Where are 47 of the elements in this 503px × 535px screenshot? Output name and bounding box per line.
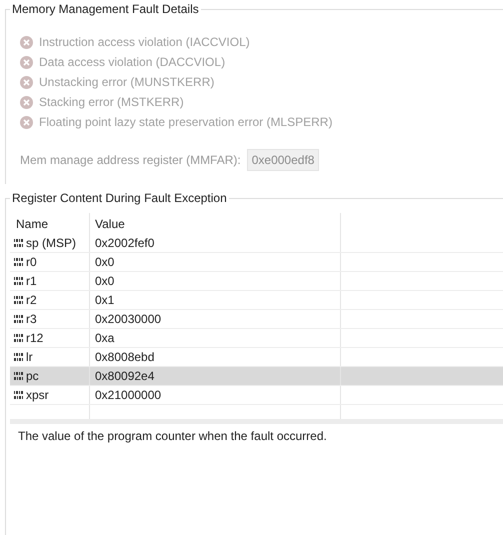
register-name: sp (MSP) <box>26 235 76 252</box>
register-name: lr <box>26 349 33 366</box>
register-value: 0x1 <box>95 292 114 309</box>
group-title: Memory Management Fault Details <box>10 2 201 17</box>
register-name: pc <box>26 368 39 385</box>
binary-icon <box>14 372 25 380</box>
register-name: r3 <box>26 311 37 328</box>
register-name: r12 <box>26 330 44 347</box>
register-value: 0xa <box>95 330 114 347</box>
fault-label: Stacking error (MSTKERR) <box>39 94 184 111</box>
fault-label: Data access violation (DACCVIOL) <box>39 54 226 71</box>
column-header[interactable]: Value <box>90 213 341 234</box>
binary-icon <box>14 239 25 247</box>
register-row[interactable]: r3 0x20030000 <box>10 310 503 329</box>
address-field: 0xe000edf8 <box>246 149 320 171</box>
register-name: r1 <box>26 273 37 290</box>
register-name: xpsr <box>26 387 49 404</box>
binary-icon <box>14 353 25 361</box>
binary-icon <box>14 391 25 399</box>
binary-icon <box>14 296 25 304</box>
register-value: 0x21000000 <box>95 387 162 404</box>
field-label: Mem manage address register (MMFAR): <box>20 152 241 169</box>
fault-label: Floating point lazy state preservation error (MLSPERR) <box>39 114 332 131</box>
register-row[interactable]: pc 0x80092e4 <box>10 367 503 386</box>
column-header[interactable]: Name <box>10 213 90 234</box>
register-value: 0x0 <box>95 273 114 290</box>
fault-label: Unstacking error (MUNSTKERR) <box>39 74 214 91</box>
register-name: r0 <box>26 254 37 271</box>
register-row[interactable]: r12 0xa <box>10 329 503 348</box>
binary-icon <box>14 315 25 323</box>
register-name: r2 <box>26 292 37 309</box>
register-row[interactable]: r2 0x1 <box>10 291 503 310</box>
register-row[interactable]: xpsr 0x21000000 <box>10 386 503 405</box>
register-value: 0x20030000 <box>95 311 162 328</box>
description-text: The value of the program counter when the fault occurred. <box>17 428 328 445</box>
register-value: 0x0 <box>95 254 114 271</box>
register-value: 0x2002fef0 <box>95 235 154 252</box>
fault-label: Instruction access violation (IACCVIOL) <box>39 34 250 51</box>
group-title: Register Content During Fault Exception <box>10 191 229 206</box>
binary-icon <box>14 277 25 285</box>
register-value: 0x80092e4 <box>95 368 154 385</box>
binary-icon <box>14 258 25 266</box>
register-row[interactable]: sp (MSP) 0x2002fef0 <box>10 234 503 253</box>
register-row[interactable]: r1 0x0 <box>10 272 503 291</box>
register-value: 0x8008ebd <box>95 349 154 366</box>
binary-icon <box>14 334 25 342</box>
register-row[interactable]: r0 0x0 <box>10 253 503 272</box>
